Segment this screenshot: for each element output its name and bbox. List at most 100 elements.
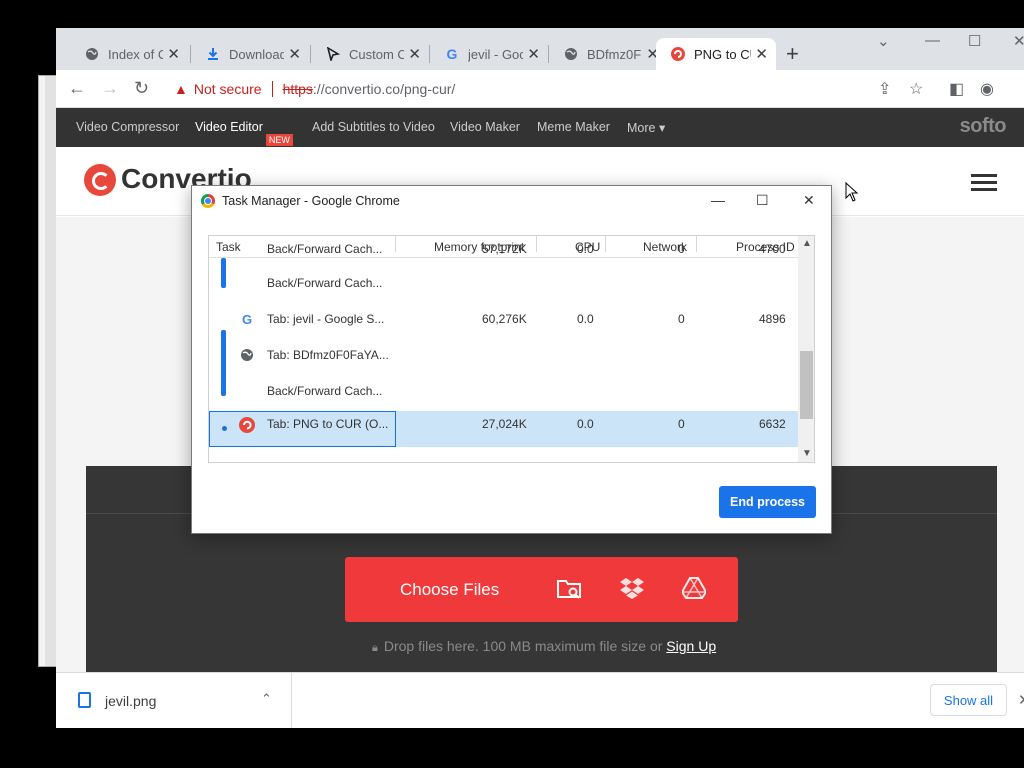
mouse-cursor-icon: [845, 182, 859, 202]
close-icon[interactable]: ✕: [803, 192, 815, 209]
drop-text: Drop files here. 100 MB maximum file siz…: [383, 638, 663, 654]
pid-value: 4896: [759, 312, 786, 326]
memory-value: 27,024K: [482, 417, 527, 431]
table-row[interactable]: G Tab: jevil - Google S... 60,276K 0.0 0…: [209, 306, 798, 342]
table-row[interactable]: Back/Forward Cach...: [209, 378, 798, 414]
tab-custom[interactable]: Custom C ✕: [311, 38, 429, 70]
google-icon: G: [241, 312, 253, 327]
nav-link-video-editor[interactable]: Video EditorNEW: [195, 120, 293, 146]
hamburger-menu-icon[interactable]: [971, 174, 997, 192]
chevron-down-icon: ▾: [658, 121, 666, 135]
nav-link-add-subtitles[interactable]: Add Subtitles to Video: [312, 120, 435, 134]
globe-icon: [239, 348, 255, 364]
cpu-value: 0.0: [577, 242, 594, 256]
nav-link-meme-maker[interactable]: Meme Maker: [537, 120, 610, 134]
tab-bdfmz[interactable]: BDfmz0FL ✕: [549, 38, 667, 70]
tab-title: Index of C: [108, 46, 164, 62]
process-table: Task Memory footprint CPU Network Proces…: [208, 235, 815, 463]
scroll-up-icon[interactable]: ▲: [802, 238, 812, 249]
cpu-value: 0.0: [577, 312, 594, 326]
maximize-icon[interactable]: ☐: [756, 192, 769, 209]
softo-logo[interactable]: softo: [960, 115, 1007, 138]
url-text: ://convertio.co/png-cur/: [312, 81, 456, 97]
nav-link-label: More: [627, 121, 656, 135]
table-row[interactable]: Back/Forward Cach...: [209, 270, 798, 306]
reload-icon[interactable]: ↻: [134, 78, 149, 99]
minimize-icon[interactable]: —: [925, 32, 940, 49]
scroll-down-icon[interactable]: ▼: [802, 448, 812, 459]
choose-files-button[interactable]: Choose Files: [345, 557, 738, 622]
scrollbar-thumb[interactable]: [800, 351, 813, 419]
nav-link-video-compressor[interactable]: Video Compressor: [76, 120, 179, 134]
folder-search-icon[interactable]: [557, 577, 583, 607]
show-all-button[interactable]: Show all: [930, 684, 1007, 716]
tab-title: Custom C: [349, 46, 405, 62]
tab-index-of[interactable]: Index of C ✕: [70, 38, 188, 70]
memory-value: 60,276K: [482, 312, 527, 326]
nav-link-video-maker[interactable]: Video Maker: [450, 120, 520, 134]
security-label[interactable]: Not secure: [194, 81, 262, 97]
task-name: Back/Forward Cach...: [267, 276, 383, 290]
url-scheme: https: [282, 81, 313, 97]
new-tab-button[interactable]: +: [786, 41, 799, 67]
google-drive-icon[interactable]: [680, 577, 708, 605]
share-icon[interactable]: ⇪: [878, 79, 891, 99]
download-icon: [205, 46, 221, 62]
globe-icon: [84, 46, 100, 62]
table-row[interactable]: Tab: BDfmz0F0FaYA...: [209, 342, 798, 378]
vertical-scrollbar[interactable]: ▲ ▼: [798, 236, 814, 462]
side-panel-icon[interactable]: ◧: [949, 79, 964, 99]
task-manager-titlebar[interactable]: Task Manager - Google Chrome — ☐ ✕: [192, 186, 831, 216]
cursor-icon: [325, 46, 341, 62]
download-bar: jevil.png ⌃ Show all ✕: [56, 672, 1024, 728]
task-name: Tab: PNG to CUR (O...: [267, 417, 389, 431]
tab-title: jevil - Goo: [468, 46, 524, 62]
network-value: 0: [678, 312, 685, 326]
nav-link-label: Video Editor: [195, 120, 263, 134]
tab-search-icon[interactable]: ⌄: [877, 32, 890, 50]
convertio-logo-icon[interactable]: [84, 164, 116, 196]
nav-link-more[interactable]: More ▾: [627, 120, 665, 135]
dropbox-icon[interactable]: [620, 577, 644, 605]
profile-icon[interactable]: ◉: [980, 79, 994, 99]
globe-icon: [563, 46, 579, 62]
convertio-icon: [239, 417, 255, 433]
tab-download[interactable]: Download ✕: [191, 38, 309, 70]
network-value: 0: [678, 417, 685, 431]
download-item[interactable]: jevil.png ⌃: [56, 673, 292, 728]
background-window[interactable]: [38, 75, 58, 667]
lock-icon: 🔒︎: [372, 642, 378, 654]
choose-files-label: Choose Files: [400, 580, 500, 599]
close-tab-icon[interactable]: ✕: [527, 45, 540, 63]
table-row[interactable]: Back/Forward Cach... 57,172K 0.0 0 4700: [209, 240, 798, 264]
tab-jevil[interactable]: G jevil - Goo ✕: [430, 38, 548, 70]
bookmark-star-icon[interactable]: ☆: [909, 79, 923, 99]
close-tab-icon[interactable]: ✕: [408, 45, 421, 63]
back-icon[interactable]: ←: [68, 78, 86, 99]
task-manager-title: Task Manager - Google Chrome: [222, 194, 400, 208]
warning-icon[interactable]: ▲: [174, 81, 188, 97]
desktop: Index of C ✕ Download ✕ Custom C ✕ G jev…: [0, 0, 1024, 768]
close-tab-icon[interactable]: ✕: [167, 45, 180, 63]
sign-up-link[interactable]: Sign Up: [666, 638, 716, 654]
maximize-icon[interactable]: ☐: [968, 32, 981, 50]
end-process-button[interactable]: End process: [719, 486, 816, 518]
task-name: Back/Forward Cach...: [267, 384, 383, 398]
task-name: Tab: BDfmz0F0FaYA...: [267, 348, 389, 362]
tab-png-to-cur[interactable]: PNG to CU ✕: [656, 38, 776, 70]
address-bar[interactable]: ▲ Not secure https ://convertio.co/png-c…: [164, 75, 934, 103]
pid-value: 6632: [759, 417, 786, 431]
minimize-icon[interactable]: —: [711, 192, 725, 208]
cpu-value: 0.0: [577, 417, 594, 431]
drop-hint: 🔒︎ Drop files here. 100 MB maximum file s…: [372, 638, 716, 655]
close-download-bar-icon[interactable]: ✕: [1018, 691, 1024, 709]
file-icon: [78, 692, 91, 708]
chevron-up-icon[interactable]: ⌃: [261, 691, 272, 707]
forward-icon[interactable]: →: [101, 78, 119, 99]
chrome-icon: [201, 194, 215, 208]
close-tab-icon[interactable]: ✕: [288, 45, 301, 63]
close-window-icon[interactable]: ✕: [1013, 32, 1024, 50]
menu-dots-icon[interactable]: ⋮: [1017, 79, 1024, 99]
table-row-selected[interactable]: Tab: PNG to CUR (O... 27,024K 0.0 0 6632: [209, 411, 798, 447]
close-tab-icon[interactable]: ✕: [755, 45, 768, 63]
